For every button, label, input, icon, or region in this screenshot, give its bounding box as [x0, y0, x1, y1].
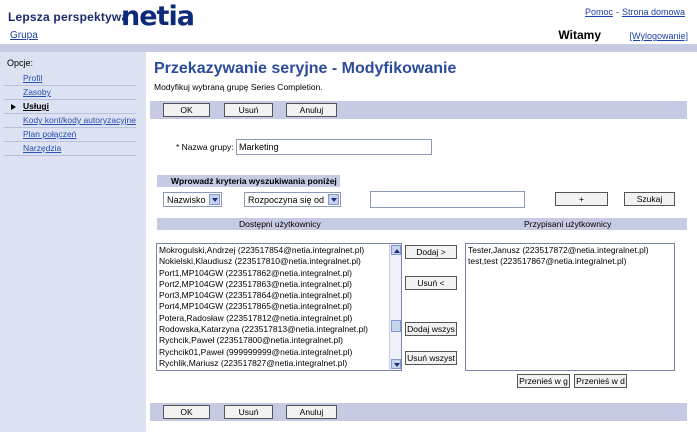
main-content: Przekazywanie seryjne - Modyfikowanie Mo…	[150, 52, 697, 432]
sidebar-item-tools[interactable]: Narzędzia	[4, 142, 136, 156]
assigned-users-header: Przypisani użytkownicy	[524, 219, 612, 229]
remove-user-button[interactable]: Usuń <	[405, 276, 457, 290]
list-item[interactable]: Port3,MP104GW (223517864@netia.integraln…	[157, 290, 391, 301]
group-name-label: * Nazwa grupy:	[176, 142, 234, 152]
remove-all-button[interactable]: Usuń wszyst	[405, 351, 457, 365]
delete-button[interactable]: Usuń	[224, 103, 273, 117]
sidebar-item-account-codes[interactable]: Kody kont/kody autoryzacyjne	[4, 114, 136, 128]
available-users-list[interactable]: Mokrogulski,Andrzej (223517854@netia.int…	[156, 243, 402, 371]
list-item[interactable]: Port1,MP104GW (223517862@netia.integraln…	[157, 268, 391, 279]
ok-button[interactable]: OK	[163, 103, 210, 117]
scroll-down-icon[interactable]	[391, 359, 401, 369]
assigned-users-items: Tester,Janusz (223517872@netia.integraln…	[466, 245, 649, 268]
list-item[interactable]: Rychcik,Paweł (223517800@netia.integraln…	[157, 335, 391, 346]
sidebar-item-label: Zasoby	[23, 87, 51, 97]
search-query-input[interactable]	[370, 191, 525, 208]
sidebar-item-services[interactable]: Usługi	[4, 100, 136, 114]
welcome-text: Witamy	[558, 28, 601, 42]
delete-button[interactable]: Usuń	[224, 405, 273, 419]
home-link[interactable]: Strona domowa	[622, 7, 685, 17]
move-up-button[interactable]: Przenieś w g	[517, 374, 570, 388]
add-user-button[interactable]: Dodaj >	[405, 245, 457, 259]
add-criteria-button[interactable]: +	[555, 192, 608, 206]
header-divider	[0, 44, 697, 52]
list-item[interactable]: Rodowska,Katarzyna (223517813@netia.inte…	[157, 324, 391, 335]
lists-header-bar: Dostępni użytkownicy Przypisani użytkown…	[157, 218, 687, 230]
list-item[interactable]: Rychcik01,Paweł (999999999@netia.integra…	[157, 347, 391, 358]
chevron-down-icon	[328, 194, 339, 205]
sidebar-title: Opcje:	[7, 58, 34, 68]
list-item[interactable]: Mokrogulski,Andrzej (223517854@netia.int…	[157, 245, 391, 256]
link-separator: -	[615, 7, 619, 17]
list-item[interactable]: Potera,Radosław (223517812@netia.integra…	[157, 313, 391, 324]
add-all-button[interactable]: Dodaj wszys	[405, 322, 457, 336]
ok-button[interactable]: OK	[163, 405, 210, 419]
search-mode-value: Rozpoczyna się od	[248, 195, 325, 205]
bottom-button-bar: OK Usuń Anuluj	[150, 403, 687, 421]
page-header: Lepsza perspektywa netia Pomoc - Strona do…	[0, 0, 697, 44]
logout-link[interactable]: [Wylogowanie]	[630, 31, 688, 41]
search-mode-select[interactable]: Rozpoczyna się od	[244, 192, 341, 207]
active-bullet-icon	[11, 104, 16, 110]
top-button-bar: OK Usuń Anuluj	[150, 101, 687, 119]
list-item[interactable]: Nokielski,Klaudiusz (223517810@netia.int…	[157, 256, 391, 267]
cancel-button[interactable]: Anuluj	[286, 103, 337, 117]
available-users-items: Mokrogulski,Andrzej (223517854@netia.int…	[157, 245, 391, 369]
scroll-up-icon[interactable]	[391, 245, 401, 255]
search-field-value: Nazwisko	[167, 195, 206, 205]
sidebar-item-label: Plan połączeń	[23, 129, 77, 139]
top-links: Pomoc - Strona domowa	[585, 7, 685, 17]
sidebar-item-label: Profil	[23, 73, 43, 83]
page-subtitle: Modyfikuj wybraną grupę Series Completio…	[154, 82, 323, 92]
logout-container: [Wylogowanie]	[630, 31, 688, 41]
sidebar-item-label: Kody kont/kody autoryzacyjne	[23, 115, 136, 125]
scroll-thumb[interactable]	[391, 320, 401, 332]
chevron-down-icon	[209, 194, 220, 205]
available-list-scrollbar[interactable]	[389, 244, 401, 370]
logo-tagline: Lepsza perspektywa	[8, 10, 129, 24]
sidebar-item-profile[interactable]: Profil	[4, 72, 136, 86]
assigned-users-list[interactable]: Tester,Janusz (223517872@netia.integraln…	[465, 243, 675, 371]
search-button[interactable]: Szukaj	[624, 192, 675, 206]
list-item[interactable]: test,test (223517867@netia.integralnet.p…	[466, 256, 649, 267]
group-name-input[interactable]: Marketing	[236, 139, 432, 155]
netia-logo[interactable]: netia	[121, 1, 195, 32]
move-down-button[interactable]: Przenieś w d	[574, 374, 627, 388]
available-users-header: Dostępni użytkownicy	[239, 219, 321, 229]
sidebar-item-resources[interactable]: Zasoby	[4, 86, 136, 100]
group-link[interactable]: Grupa	[10, 30, 38, 41]
list-item[interactable]: Rychlik,Mariusz (223517827@netia.integra…	[157, 358, 391, 369]
sidebar: Opcje: Profil Zasoby Usługi Kody kont/ko…	[0, 52, 146, 432]
search-criteria-header: Wprowadź kryteria wyszukiwania poniżej	[157, 175, 340, 187]
cancel-button[interactable]: Anuluj	[286, 405, 337, 419]
list-item[interactable]: Port4,MP104GW (223517865@netia.integraln…	[157, 301, 391, 312]
list-item[interactable]: Tester,Janusz (223517872@netia.integraln…	[466, 245, 649, 256]
sidebar-item-label: Narzędzia	[23, 143, 62, 153]
page-title: Przekazywanie seryjne - Modyfikowanie	[154, 60, 457, 77]
list-item[interactable]: Port2,MP104GW (223517863@netia.integraln…	[157, 279, 391, 290]
sidebar-item-dial-plan[interactable]: Plan połączeń	[4, 128, 136, 142]
sidebar-item-label: Usługi	[23, 101, 49, 111]
help-link[interactable]: Pomoc	[585, 7, 613, 17]
search-field-select[interactable]: Nazwisko	[163, 192, 222, 207]
